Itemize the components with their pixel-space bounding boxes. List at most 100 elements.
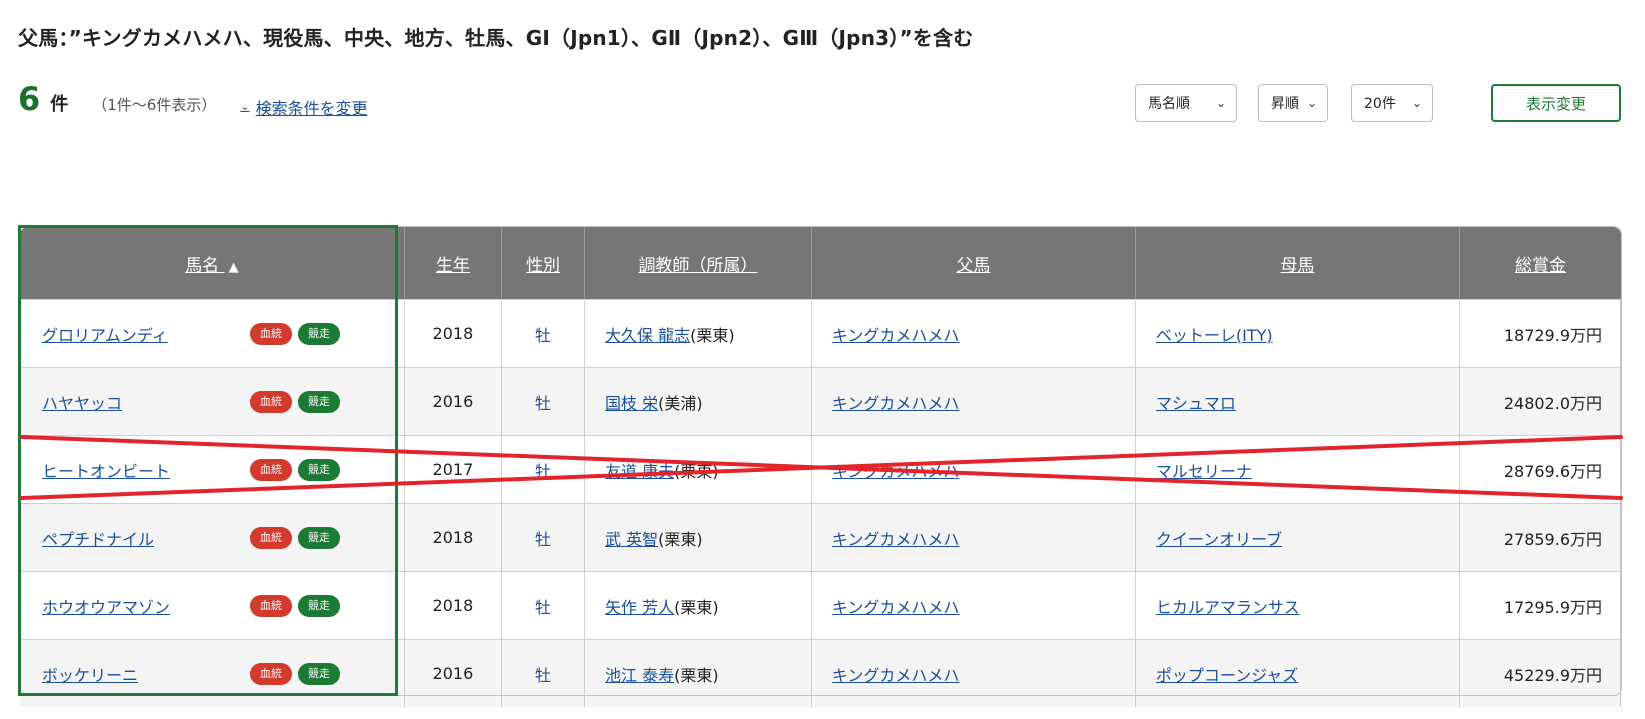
header-birth-year[interactable]: 生年 [404,227,502,299]
cell-earnings: 24802.0万円 [1459,367,1621,435]
trainer-link[interactable]: 友道 康夫 [605,462,674,481]
header-earnings[interactable]: 総賞金 [1459,227,1621,299]
sort-field-select[interactable]: 馬名順 ⌄ [1135,84,1237,122]
table-row: ハヤヤッコ 血統 競走 2016 牡国枝 栄(美浦) キングカメハメハ マシュマロ 24802… [20,367,1621,435]
header-dam[interactable]: 母馬 [1135,227,1460,299]
horse-name-link[interactable]: ボッケリーニ [42,666,138,685]
trainer-link[interactable]: 国枝 栄 [605,394,658,413]
change-search-label: 検索条件を変更 [255,98,368,118]
horse-name-link[interactable]: ホウオウアマゾン [42,598,170,617]
cell-sire: キングカメハメハ [811,639,1136,707]
pedigree-badge[interactable]: 血統 [250,662,292,685]
trainer-link[interactable]: 矢作 芳人 [605,598,674,617]
cell-sire: キングカメハメハ [811,571,1136,639]
cell-trainer: 国枝 栄(美浦) [585,367,812,435]
cell-trainer: 武 英智(栗東) [585,503,812,571]
table-row: ボッケリーニ 血統 競走 2016 牡池江 泰寿(栗東) キングカメハメハ ポップコーンジャ… [20,639,1621,707]
cell-earnings: 27859.6万円 [1459,503,1621,571]
cell-trainer: 池江 泰寿(栗東) [585,639,812,707]
per-page-value: 20件 [1364,96,1396,112]
cell-earnings: 18729.9万円 [1459,299,1621,367]
cell-sire: キングカメハメハ [811,503,1136,571]
horse-name-link[interactable]: グロリアムンディ [42,326,168,345]
badge-group: 血統 競走 [250,526,340,549]
cell-sex: 牡 [502,571,586,639]
search-condition-title: 父馬：”キングカメハメハ、現役馬、中央、地方、牡馬、GⅠ（Jpn1）、GⅡ（Jp… [18,26,974,50]
cell-birth-year: 2018 [404,571,502,639]
cell-sire: キングカメハメハ [811,435,1136,503]
cell-birth-year: 2017 [404,435,502,503]
trainer-affiliation: (栗東) [674,665,719,685]
badge-group: 血統 競走 [250,594,340,617]
sire-link[interactable]: キングカメハメハ [832,530,960,549]
race-badge[interactable]: 競走 [298,526,340,549]
cell-dam: マルセリーナ [1135,435,1460,503]
table-row: ヒートオンビート 血統 競走 2017 牡友道 康夫(栗東) キングカメハメハ マルセリーナ… [20,435,1621,503]
result-count: 6 [18,80,41,118]
cell-birth-year: 2018 [404,299,502,367]
cell-sex: 牡 [502,367,586,435]
cell-horse-name: ハヤヤッコ 血統 競走 [20,367,405,435]
cell-birth-year: 2018 [404,503,502,571]
dam-link[interactable]: ポップコーンジャズ [1156,666,1298,685]
cell-trainer: 大久保 龍志(栗東) [585,299,812,367]
header-horse-name[interactable]: 馬名 ▲ [20,227,405,299]
sire-link[interactable]: キングカメハメハ [832,666,960,685]
cell-dam: マシュマロ [1135,367,1460,435]
pedigree-badge[interactable]: 血統 [250,390,292,413]
dam-link[interactable]: マルセリーナ [1156,462,1252,481]
table-row: ホウオウアマゾン 血統 競走 2018 牡矢作 芳人(栗東) キングカメハメハ ヒカルアマラ… [20,571,1621,639]
apply-display-button[interactable]: 表示変更 [1491,84,1621,122]
per-page-select[interactable]: 20件 ⌄ [1351,84,1433,122]
badge-group: 血統 競走 [250,322,340,345]
table-row: ペプチドナイル 血統 競走 2018 牡武 英智(栗東) キングカメハメハ クイーンオリーブ… [20,503,1621,571]
cell-dam: ポップコーンジャズ [1135,639,1460,707]
dam-link[interactable]: マシュマロ [1156,394,1236,413]
trainer-link[interactable]: 池江 泰寿 [605,666,674,685]
pedigree-badge[interactable]: 血統 [250,322,292,345]
race-badge[interactable]: 競走 [298,594,340,617]
pedigree-badge[interactable]: 血統 [250,594,292,617]
header-trainer[interactable]: 調教師（所属） [585,227,812,299]
cell-horse-name: ペプチドナイル 血統 競走 [20,503,405,571]
cell-earnings: 45229.9万円 [1459,639,1621,707]
horse-name-link[interactable]: ハヤヤッコ [42,394,122,413]
horse-name-link[interactable]: ペプチドナイル [42,530,154,549]
sire-link[interactable]: キングカメハメハ [832,394,960,413]
race-badge[interactable]: 競走 [298,662,340,685]
race-badge[interactable]: 競走 [298,458,340,481]
sire-link[interactable]: キングカメハメハ [832,598,960,617]
chevron-down-icon: ⌄ [240,100,250,113]
result-count-row: 6 件 （1件～6件表示） ⌄ 検索条件を変更 [18,80,368,119]
horse-name-link[interactable]: ヒートオンビート [42,462,170,481]
change-search-link[interactable]: ⌄ 検索条件を変更 [240,95,367,119]
badge-group: 血統 競走 [250,662,340,685]
table-header-row: 馬名 ▲ 生年 性別 調教師（所属） 父馬 母馬 総賞金 [20,227,1621,299]
trainer-affiliation: (美浦) [658,393,703,413]
sort-field-value: 馬名順 [1148,96,1190,112]
header-sex[interactable]: 性別 [502,227,586,299]
results-table: 馬名 ▲ 生年 性別 調教師（所属） 父馬 母馬 総賞金 グロリアムンディ 血統競… [20,227,1621,707]
trainer-affiliation: (栗東) [690,325,735,345]
sort-order-value: 昇順 [1271,96,1299,112]
cell-earnings: 17295.9万円 [1459,571,1621,639]
sire-link[interactable]: キングカメハメハ [832,462,960,481]
result-range: （1件～6件表示） [92,96,217,114]
trainer-affiliation: (栗東) [674,461,719,481]
dam-link[interactable]: ヒカルアマランサス [1156,598,1300,617]
sort-order-select[interactable]: 昇順 ⌄ [1258,84,1328,122]
trainer-link[interactable]: 武 英智 [605,530,658,549]
cell-dam: ヒカルアマランサス [1135,571,1460,639]
sire-link[interactable]: キングカメハメハ [832,326,960,345]
table-row: グロリアムンディ 血統 競走 2018 牡大久保 龍志(栗東) キングカメハメハ ベットーレ… [20,299,1621,367]
race-badge[interactable]: 競走 [298,390,340,413]
trainer-link[interactable]: 大久保 龍志 [605,326,690,345]
pedigree-badge[interactable]: 血統 [250,458,292,481]
pedigree-badge[interactable]: 血統 [250,526,292,549]
cell-dam: ベットーレ(ITY) [1135,299,1460,367]
dam-link[interactable]: クイーンオリーブ [1156,530,1282,549]
header-sire[interactable]: 父馬 [811,227,1136,299]
race-badge[interactable]: 競走 [298,322,340,345]
sort-up-icon: ▲ [228,259,239,275]
dam-link[interactable]: ベットーレ(ITY) [1156,326,1273,345]
